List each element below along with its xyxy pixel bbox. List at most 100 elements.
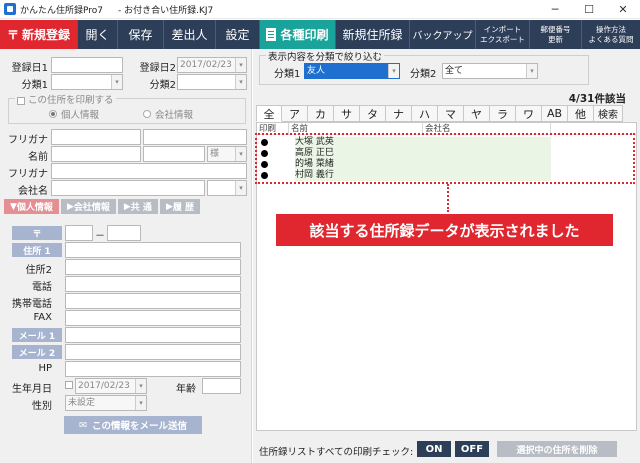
mail-icon: ✉ bbox=[79, 419, 87, 431]
postal-code-button[interactable]: 〒 bbox=[12, 226, 62, 240]
mail1-field[interactable] bbox=[65, 327, 241, 343]
mobile-field[interactable] bbox=[65, 293, 241, 309]
mail2-field[interactable] bbox=[65, 344, 241, 360]
category-filter-group: 表示内容を分類で絞り込む 分類1 友人 ▾ 分類2 全て ▾ bbox=[259, 49, 589, 85]
birthday-value: 2017/02/23 bbox=[78, 381, 130, 391]
kana-tab-other[interactable]: 他 bbox=[568, 105, 594, 122]
furigana-last-field[interactable] bbox=[51, 129, 141, 145]
kana-tab-search[interactable]: 検索 bbox=[594, 105, 623, 122]
filter-cat1-value: 友人 bbox=[307, 66, 326, 76]
minimize-button[interactable]: ─ bbox=[538, 0, 572, 19]
kana-tab-a[interactable]: ア bbox=[282, 105, 308, 122]
reg-date1-field[interactable] bbox=[51, 57, 123, 73]
category1-select[interactable]: ▾ bbox=[51, 74, 123, 90]
new-addressbook-button[interactable]: 新規住所録 bbox=[336, 20, 410, 49]
kana-tab-ha[interactable]: ハ bbox=[412, 105, 438, 122]
address1-button[interactable]: 住所 1 bbox=[12, 243, 62, 257]
open-button[interactable]: 開く bbox=[78, 20, 118, 49]
tab-history[interactable]: ▶ 履 歴 bbox=[159, 199, 200, 214]
close-button[interactable]: ✕ bbox=[606, 0, 640, 19]
kana-tab-ma[interactable]: マ bbox=[438, 105, 464, 122]
postal-code-field-2[interactable] bbox=[107, 225, 141, 241]
address2-field[interactable] bbox=[65, 259, 241, 275]
delete-selected-button[interactable]: 選択中の住所を削除 bbox=[497, 441, 617, 457]
backup-button[interactable]: バックアップ bbox=[410, 20, 476, 49]
gender-label: 性別 bbox=[32, 401, 52, 412]
sender-button[interactable]: 差出人 bbox=[164, 20, 216, 49]
kana-tab-wa[interactable]: ワ bbox=[516, 105, 542, 122]
help-button[interactable]: 操作方法 よくある質問 bbox=[582, 20, 640, 49]
kana-tab-ta[interactable]: タ bbox=[360, 105, 386, 122]
save-button[interactable]: 保存 bbox=[118, 20, 164, 49]
postal-code-field-1[interactable] bbox=[65, 225, 93, 241]
tab-company[interactable]: ▶ 会社情報 bbox=[60, 199, 116, 214]
print-button[interactable]: 各種印刷 bbox=[260, 20, 336, 49]
last-name-field[interactable] bbox=[51, 146, 141, 162]
filter-cat1-select[interactable]: 友人 ▾ bbox=[304, 63, 400, 79]
company-suffix-select[interactable]: ▾ bbox=[207, 180, 247, 196]
tab-personal[interactable]: ▼ 個人情報 bbox=[4, 199, 59, 214]
settings-button[interactable]: 設定 bbox=[216, 20, 260, 49]
mail2-button[interactable]: メール 2 bbox=[12, 345, 62, 359]
filter-cat1-label: 分類1 bbox=[274, 69, 301, 80]
age-field[interactable] bbox=[202, 378, 241, 394]
maximize-button[interactable]: ☐ bbox=[572, 0, 606, 19]
chevron-down-icon: ▾ bbox=[235, 181, 246, 195]
hp-label: HP bbox=[38, 363, 52, 374]
mail1-button[interactable]: メール 1 bbox=[12, 328, 62, 342]
furigana-first-field[interactable] bbox=[143, 129, 247, 145]
kana-index-tabs: 全 ア カ サ タ ナ ハ マ ヤ ラ ワ AB 他 検索 bbox=[256, 105, 623, 122]
reg-date2-label: 登録日2 bbox=[139, 63, 176, 74]
tab-common-label: 共 通 bbox=[130, 203, 152, 213]
new-entry-button[interactable]: 〒新規登録 bbox=[0, 20, 78, 49]
honorific-select[interactable]: 様 ▾ bbox=[207, 146, 247, 162]
check-all-off-button[interactable]: OFF bbox=[455, 441, 489, 457]
kana-tab-sa[interactable]: サ bbox=[334, 105, 360, 122]
print-option-title: この住所を印刷する bbox=[15, 92, 116, 106]
calendar-dropdown-icon[interactable]: ▾ bbox=[135, 379, 146, 393]
address1-field[interactable] bbox=[65, 242, 241, 258]
import-export-button[interactable]: インポート エクスポート bbox=[476, 20, 530, 49]
reg-date2-value: 2017/02/23 bbox=[180, 60, 232, 70]
entry-detail-panel: 登録日1 登録日2 2017/02/23 ▾ 分類1 ▾ 分類2 ▾ この住所を… bbox=[0, 49, 252, 463]
check-all-on-button[interactable]: ON bbox=[417, 441, 451, 457]
kana-tab-ya[interactable]: ヤ bbox=[464, 105, 490, 122]
help-line1: 操作方法 bbox=[596, 25, 626, 35]
radio-company[interactable]: 会社情報 bbox=[143, 107, 193, 121]
age-label: 年齢 bbox=[176, 384, 196, 395]
print-checkbox[interactable] bbox=[17, 96, 25, 105]
kana-tab-ka[interactable]: カ bbox=[308, 105, 334, 122]
fax-field[interactable] bbox=[65, 310, 241, 326]
filter-cat2-label: 分類2 bbox=[410, 69, 437, 80]
detail-tabs: ▼ 個人情報 ▶ 会社情報 ▶ 共 通 ▶ 履 歴 bbox=[4, 199, 200, 214]
kana-tab-na[interactable]: ナ bbox=[386, 105, 412, 122]
radio-dot bbox=[49, 110, 57, 118]
category2-select[interactable]: ▾ bbox=[177, 74, 247, 90]
tab-common[interactable]: ▶ 共 通 bbox=[117, 199, 158, 214]
birthday-field[interactable]: 2017/02/23 ▾ bbox=[75, 378, 147, 394]
first-name-field[interactable] bbox=[143, 146, 205, 162]
company-field[interactable] bbox=[51, 180, 205, 196]
kana-tab-ab[interactable]: AB bbox=[542, 105, 568, 122]
radio-personal[interactable]: 個人情報 bbox=[49, 107, 99, 121]
title-bar: かんたん住所録Pro7 - お付き合い住所録.KJ7 ─ ☐ ✕ bbox=[0, 0, 640, 19]
send-mail-button[interactable]: ✉ この情報をメール送信 bbox=[64, 416, 202, 434]
category1-label: 分類1 bbox=[21, 80, 48, 91]
postal-update-line1: 郵便番号 bbox=[540, 25, 571, 35]
hp-field[interactable] bbox=[65, 361, 241, 377]
gender-select[interactable]: 未設定 ▾ bbox=[65, 395, 147, 411]
kana-tab-ra[interactable]: ラ bbox=[490, 105, 516, 122]
app-icon bbox=[4, 3, 16, 15]
reg-date2-field[interactable]: 2017/02/23 ▾ bbox=[177, 57, 247, 73]
postal-dash: － bbox=[95, 231, 105, 242]
phone-label: 電話 bbox=[32, 282, 52, 293]
company-furigana-field[interactable] bbox=[51, 163, 247, 179]
phone-field[interactable] bbox=[65, 276, 241, 292]
birthday-checkbox[interactable] bbox=[65, 381, 73, 389]
filter-cat2-select[interactable]: 全て ▾ bbox=[442, 63, 538, 79]
kana-tab-all[interactable]: 全 bbox=[256, 105, 282, 122]
postal-update-button[interactable]: 郵便番号 更新 bbox=[530, 20, 582, 49]
address-list-panel: 表示内容を分類で絞り込む 分類1 友人 ▾ 分類2 全て ▾ 4/31件該当 全… bbox=[253, 49, 640, 463]
new-entry-label: 新規登録 bbox=[22, 28, 71, 42]
calendar-dropdown-icon[interactable]: ▾ bbox=[235, 58, 246, 72]
